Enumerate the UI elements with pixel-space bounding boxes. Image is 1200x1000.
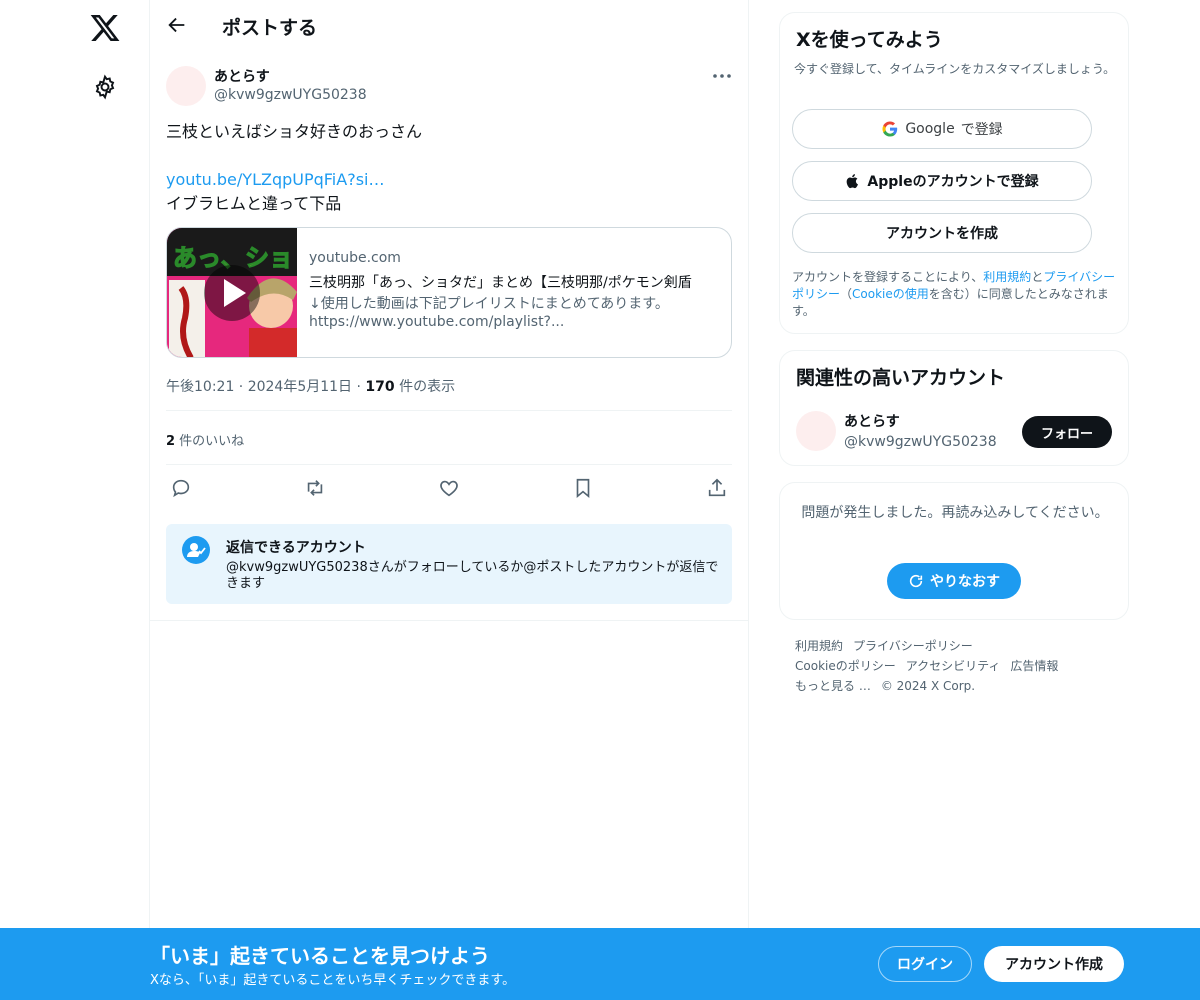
refresh-icon (909, 574, 923, 588)
signup-button[interactable]: アカウント作成 (984, 946, 1124, 982)
card-thumbnail[interactable]: あっ、ショ (167, 228, 297, 357)
signup-title: Xを使ってみよう (796, 29, 943, 51)
card-description: https://www.youtube.com/playlist?... (309, 314, 565, 330)
reply-icon (172, 479, 190, 498)
header: ポストする (150, 0, 748, 53)
retry-button[interactable]: やりなおす (887, 563, 1021, 599)
views-count: 170 (365, 379, 395, 395)
retry-label: やりなおす (930, 574, 1000, 590)
relevant-accounts-panel: 関連性の高いアカウント あとらす @kvw9gzwUYG50238 フォロー (779, 350, 1129, 466)
error-message: 問題が発生しました。再読み込みしてください。 (801, 505, 1109, 521)
post-text-spacer (166, 144, 726, 168)
repost-icon (307, 480, 323, 496)
likes-count: 2 (166, 434, 176, 449)
person-check-icon (182, 536, 210, 564)
google-signup-button[interactable]: Google で登録 (792, 109, 1092, 149)
likes-count-link[interactable]: 2 件のいいね (166, 430, 244, 449)
share-icon (708, 478, 726, 497)
cookie-link[interactable]: Cookieの使用 (852, 287, 929, 301)
apple-signup-label: Appleのアカウントで登録 (867, 174, 1039, 190)
views-label: 件の表示 (394, 379, 456, 395)
link-card[interactable]: あっ、ショ youtube.com 三枝明那「あっ、ショタだ」まとめ【三枝明那/… (166, 227, 732, 358)
relevant-account-handle[interactable]: @kvw9gzwUYG50238 (844, 434, 997, 450)
legal-text: と (1031, 270, 1044, 284)
create-account-label: アカウントを作成 (886, 226, 998, 242)
back-button[interactable] (164, 14, 190, 40)
divider (166, 464, 732, 465)
left-nav (0, 0, 150, 1000)
more-options-button[interactable] (708, 66, 736, 84)
reply-restriction-title: 返信できるアカウント (226, 540, 366, 556)
legal-text: アカウントを登録することにより、 (792, 270, 984, 284)
post-meta: 午後10:21 · 2024年5月11日 · 170 件の表示 (166, 376, 455, 396)
author-name[interactable]: あとらす (214, 66, 270, 86)
login-button[interactable]: ログイン (878, 946, 972, 982)
footer-link[interactable]: 利用規約 (795, 639, 843, 653)
footer-link[interactable]: Cookieのポリシー (795, 659, 896, 673)
avatar[interactable] (166, 66, 206, 106)
bookmark-button[interactable] (571, 477, 595, 501)
divider (166, 410, 732, 411)
x-logo-icon[interactable] (89, 12, 121, 44)
arrow-left-icon (168, 17, 185, 33)
follow-button[interactable]: フォロー (1022, 416, 1112, 448)
more-dots-icon (713, 73, 731, 78)
signup-panel: Xを使ってみよう 今すぐ登録して、タイムラインをカスタマイズしましょう。 Goo… (779, 12, 1129, 334)
gear-icon[interactable] (92, 74, 118, 100)
relevant-account-name[interactable]: あとらす (844, 411, 900, 431)
post-text-line: イブラヒムと違って下品 (166, 194, 342, 213)
post-timestamp[interactable]: 午後10:21 · 2024年5月11日 · (166, 379, 365, 395)
page-title: ポストする (222, 17, 318, 39)
signup-banner: 「いま」起きていることを見つけよう Xなら、「いま」起きていることをいち早くチェ… (0, 928, 1200, 1000)
apple-icon (847, 174, 859, 189)
like-button[interactable] (437, 477, 461, 501)
post-link[interactable]: youtu.be/YLZqpUPqFiA?si… (166, 168, 726, 192)
post-text: 三枝といえばショタ好きのおっさん youtu.be/YLZqpUPqFiA?si… (166, 120, 726, 216)
author-handle[interactable]: @kvw9gzwUYG50238 (214, 87, 367, 103)
reply-restriction-notice: 返信できるアカウント @kvw9gzwUYG50238さんがフォローしているか@… (166, 524, 732, 604)
relevant-accounts-title: 関連性の高いアカウント (796, 367, 1006, 389)
card-description: ↓使用した動画は下記プレイリストにまとめてあります。 (309, 296, 669, 312)
legal-text: （ (840, 287, 853, 301)
footer-links: 利用規約 プライバシーポリシー Cookieのポリシー アクセシビリティ 広告情報 も… (795, 636, 1125, 696)
footer-link[interactable]: 広告情報 (1010, 659, 1058, 673)
likes-label: 件のいいね (175, 434, 245, 449)
divider (150, 620, 748, 621)
footer-link[interactable]: プライバシーポリシー (853, 639, 973, 653)
main-column: ポストする あとらす @kvw9gzwUYG50238 三枝といえばショタ好きの… (150, 0, 749, 1000)
footer-link[interactable]: アクセシビリティ (906, 659, 1001, 673)
copyright: © 2024 X Corp. (880, 679, 976, 693)
reply-restriction-description: @kvw9gzwUYG50238さんがフォローしているか@ポストしたアカウントが… (226, 560, 719, 591)
card-title: 三枝明那「あっ、ショタだ」まとめ【三枝明那/ポケモン剣盾 (309, 275, 692, 291)
post-text-line: 三枝といえばショタ好きのおっさん (166, 122, 423, 141)
card-body: youtube.com 三枝明那「あっ、ショタだ」まとめ【三枝明那/ポケモン剣盾… (309, 250, 724, 335)
error-panel: 問題が発生しました。再読み込みしてください。 やりなおす (779, 482, 1129, 620)
share-button[interactable] (705, 477, 729, 501)
reply-button[interactable] (169, 477, 193, 501)
signup-subtitle: 今すぐ登録して、タイムラインをカスタマイズしましょう。 (794, 62, 1116, 76)
banner-subtitle: Xなら、「いま」起きていることをいち早くチェックできます。 (150, 973, 516, 988)
terms-link[interactable]: 利用規約 (983, 270, 1031, 284)
google-brand-label: Google (905, 121, 955, 137)
like-icon (440, 480, 458, 497)
google-signup-label: で登録 (960, 122, 1003, 138)
bookmark-icon (576, 478, 590, 499)
google-icon (882, 121, 898, 137)
create-account-button[interactable]: アカウントを作成 (792, 213, 1092, 253)
apple-signup-button[interactable]: Appleのアカウントで登録 (792, 161, 1092, 201)
repost-button[interactable] (303, 477, 327, 501)
card-domain: youtube.com (309, 250, 401, 266)
footer-link[interactable]: もっと見る … (795, 679, 871, 693)
legal-notice: アカウントを登録することにより、利用規約とプライバシーポリシー（Cookieの使… (792, 269, 1122, 320)
avatar[interactable] (796, 411, 836, 451)
banner-title: 「いま」起きていることを見つけよう (150, 944, 490, 968)
